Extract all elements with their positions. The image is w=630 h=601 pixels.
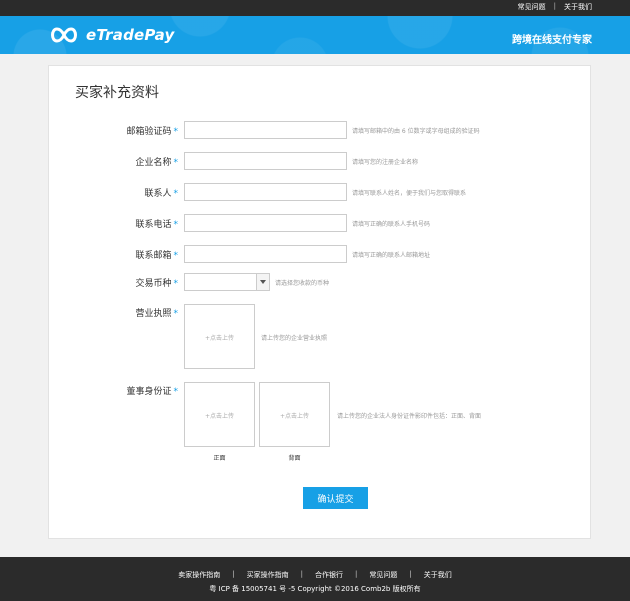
required-mark: * — [173, 158, 179, 168]
footer-link-seller-guide[interactable]: 卖家操作指南 — [178, 570, 220, 580]
label-phone: 联系电话 * — [135, 220, 179, 230]
required-mark: * — [173, 309, 179, 319]
label-contact: 联系人 * — [144, 189, 179, 199]
footer-separator: | — [300, 570, 303, 578]
footer-link-about[interactable]: 关于我们 — [424, 570, 452, 580]
hint-email: 请填写正确的联系人邮箱地址 — [352, 252, 431, 259]
license-upload[interactable]: +点击上传 — [184, 304, 255, 369]
email-code-input[interactable] — [184, 121, 347, 139]
required-mark: * — [173, 127, 179, 137]
row-company: 企业名称 * 请填写您的注册企业名称 — [49, 152, 592, 170]
hint-currency: 请选择您收款的币种 — [275, 280, 330, 287]
submit-button[interactable]: 确认提交 — [303, 487, 368, 509]
footer-separator: | — [355, 570, 358, 578]
row-currency: 交易币种 * 请选择您收款的币种 — [49, 273, 592, 291]
hint-contact: 请填写联系人姓名，便于我们与您取得联系 — [352, 190, 467, 197]
required-mark: * — [173, 220, 179, 230]
top-link-faq[interactable]: 常见问题 — [518, 2, 546, 12]
footer-separator: | — [232, 570, 235, 578]
hint-id-card: 请上传您的企业法人身份证件影印件包括：正面、背面 — [337, 413, 482, 420]
infinity-logo-icon — [51, 27, 77, 43]
label-company: 企业名称 * — [135, 158, 179, 168]
label-email-code: 邮箱验证码 * — [126, 127, 179, 137]
header-tagline: 跨境在线支付专家 — [512, 35, 592, 46]
id-back-upload[interactable]: +点击上传 — [259, 382, 330, 447]
id-front-caption: 正面 — [213, 455, 226, 462]
logo-text: eTradePay — [86, 26, 175, 44]
row-contact: 联系人 * 请填写联系人姓名，便于我们与您取得联系 — [49, 183, 592, 201]
footer-link-buyer-guide[interactable]: 买家操作指南 — [247, 570, 289, 580]
required-mark: * — [173, 189, 179, 199]
footer-separator: | — [409, 570, 412, 578]
currency-select[interactable] — [184, 273, 270, 291]
label-currency: 交易币种 * — [135, 279, 179, 289]
required-mark: * — [173, 387, 179, 397]
top-links: 常见问题 | 关于我们 — [518, 2, 592, 12]
footer-copyright: 粤 ICP 备 15005741 号 -5 Copyright ©2016 Co… — [209, 585, 421, 593]
label-license: 营业执照 * — [135, 309, 179, 319]
id-back-upload-text: +点击上传 — [279, 413, 310, 420]
page-title: 买家补充资料 — [75, 85, 159, 101]
row-license: 营业执照 * — [49, 303, 592, 321]
footer-link-banks[interactable]: 合作银行 — [315, 570, 343, 580]
top-bar: 常见问题 | 关于我们 — [0, 0, 630, 16]
id-front-upload[interactable]: +点击上传 — [184, 382, 255, 447]
top-link-about[interactable]: 关于我们 — [564, 2, 592, 12]
logo[interactable]: eTradePay — [48, 26, 174, 44]
row-email-code: 邮箱验证码 * 请填写邮箱中的由 6 位数字或字母组成的验证码 — [49, 121, 592, 139]
hint-phone: 请填写正确的联系人手机号码 — [352, 221, 431, 228]
hint-company: 请填写您的注册企业名称 — [352, 159, 419, 166]
site-header: eTradePay 跨境在线支付专家 — [0, 16, 630, 54]
contact-input[interactable] — [184, 183, 347, 201]
hint-license: 请上传您的企业营业执照 — [261, 335, 328, 342]
footer-nav: 卖家操作指南 | 买家操作指南 | 合作银行 | 常见问题 | 关于我们 — [0, 570, 630, 580]
row-email: 联系邮箱 * 请填写正确的联系人邮箱地址 — [49, 245, 592, 263]
chevron-down-icon[interactable] — [256, 274, 269, 290]
top-link-separator: | — [553, 2, 556, 10]
id-back-caption: 背面 — [288, 455, 301, 462]
footer-link-faq[interactable]: 常见问题 — [369, 570, 397, 580]
required-mark: * — [173, 279, 179, 289]
hint-email-code: 请填写邮箱中的由 6 位数字或字母组成的验证码 — [352, 128, 480, 135]
email-input[interactable] — [184, 245, 347, 263]
required-mark: * — [173, 251, 179, 261]
row-phone: 联系电话 * 请填写正确的联系人手机号码 — [49, 214, 592, 232]
phone-input[interactable] — [184, 214, 347, 232]
form-card: 买家补充资料 邮箱验证码 * 请填写邮箱中的由 6 位数字或字母组成的验证码 企业… — [48, 65, 591, 539]
site-footer: 卖家操作指南 | 买家操作指南 | 合作银行 | 常见问题 | 关于我们 粤 I… — [0, 557, 630, 601]
company-input[interactable] — [184, 152, 347, 170]
id-front-upload-text: +点击上传 — [204, 413, 235, 420]
label-id-card: 董事身份证 * — [126, 387, 179, 397]
license-upload-text: +点击上传 — [204, 335, 235, 342]
label-email: 联系邮箱 * — [135, 251, 179, 261]
